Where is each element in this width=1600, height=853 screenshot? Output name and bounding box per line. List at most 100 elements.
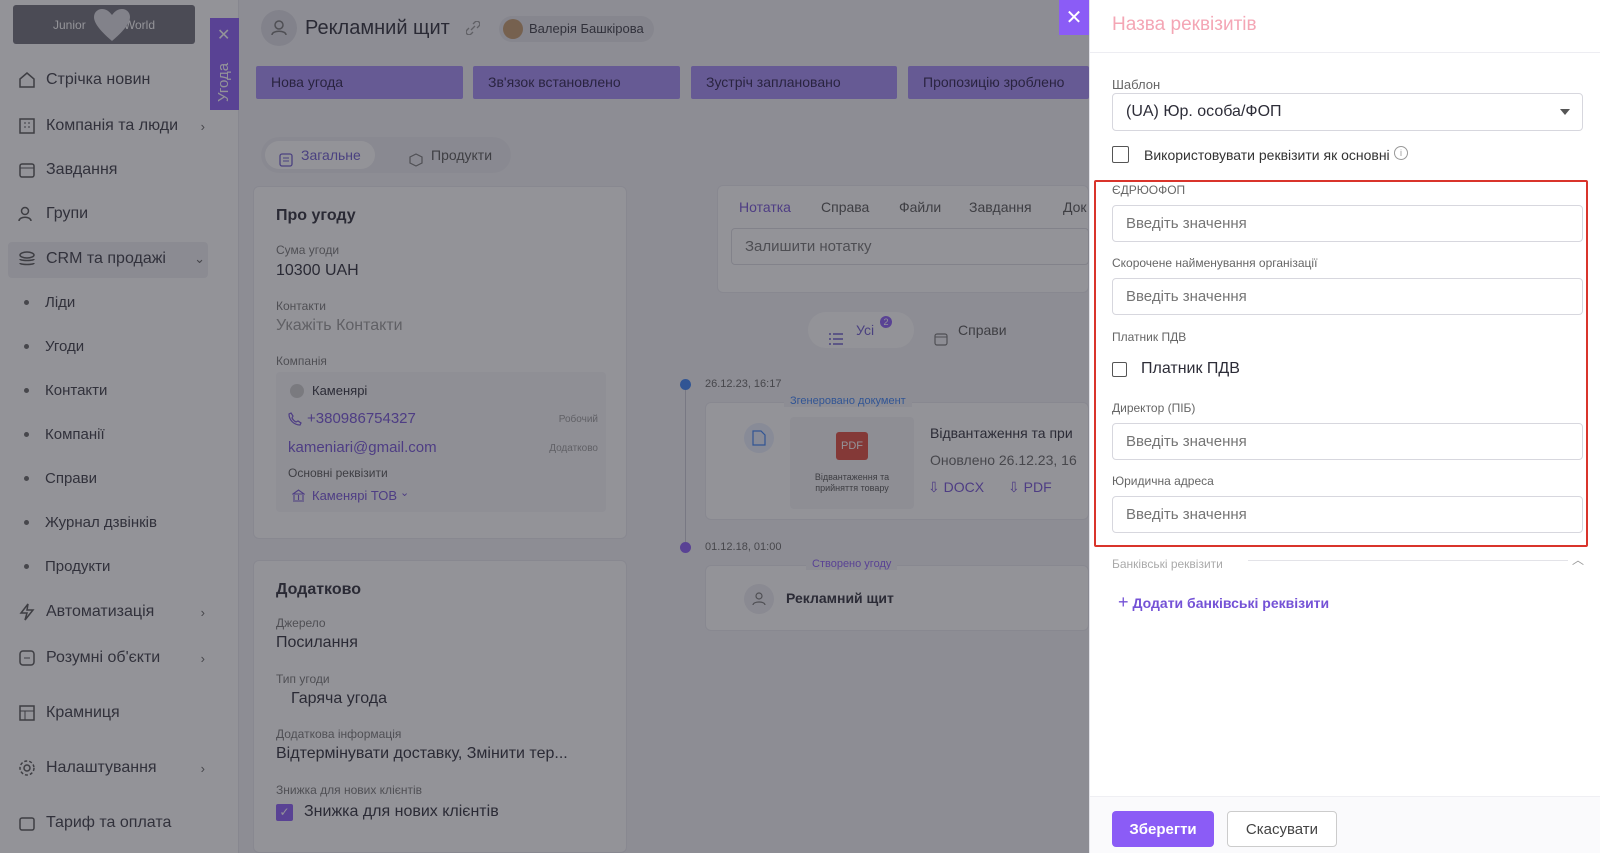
feed-tab-all[interactable]: Усі 2 — [808, 312, 914, 348]
sidebar-subitem-leads[interactable]: Ліди — [24, 294, 75, 311]
stage-new[interactable]: Нова угода — [256, 66, 463, 99]
sidebar-item-label: Налаштування — [46, 759, 157, 776]
address-label: Юридична адреса — [1112, 474, 1214, 488]
stage-meeting[interactable]: Зустріч заплановано — [691, 66, 897, 99]
bank-section-label: Банківські реквізити — [1112, 557, 1223, 571]
info-icon[interactable]: i — [1394, 146, 1408, 160]
discount-label: Знижка для нових клієнтів — [276, 783, 423, 797]
phone-link[interactable]: +380986754327 — [307, 410, 416, 427]
edrpou-input[interactable] — [1112, 205, 1583, 242]
company-avatar — [290, 384, 304, 398]
sidebar-item-tasks[interactable]: Завдання — [17, 160, 217, 180]
info-label: Додаткова інформація — [276, 727, 402, 741]
sidebar-subitem-companies[interactable]: Компанії — [24, 426, 105, 443]
shop-icon — [17, 703, 37, 723]
sidebar-item-label: Групи — [46, 205, 89, 222]
cancel-button[interactable]: Скасувати — [1227, 811, 1337, 847]
phone-type: Робочий — [558, 414, 598, 425]
requisites-label: Основні реквізити — [288, 466, 388, 480]
tab-general[interactable]: Загальне — [265, 141, 375, 169]
sidebar-subitem-cases[interactable]: Справи — [24, 470, 97, 487]
sidebar-item-billing[interactable]: Тариф та оплата — [17, 813, 217, 833]
sidebar-subitem-deals[interactable]: Угоди — [24, 338, 84, 355]
use-main-label: Використовувати реквізити як основні — [1144, 147, 1390, 163]
download-docx[interactable]: ⇩ DOCX — [928, 479, 984, 496]
tab-note[interactable]: Нотатка — [739, 199, 791, 215]
chevron-up-icon[interactable]: ︿ — [1572, 551, 1584, 568]
pdf-preview[interactable]: PDF Відвантаження та прийняття товару — [790, 417, 914, 509]
deal-vertical-tab[interactable]: ✕ Угода — [210, 18, 239, 110]
sidebar-item-crm[interactable]: CRM та продажі ⌄ — [17, 249, 217, 269]
count-badge: 2 — [880, 316, 892, 328]
chevron-right-icon: › — [200, 650, 205, 666]
owner-chip[interactable]: Валерія Башкірова — [499, 16, 654, 42]
tab-files[interactable]: Файли — [899, 199, 941, 215]
sum-value[interactable]: 10300 UAH — [276, 262, 359, 280]
source-value[interactable]: Посилання — [276, 634, 358, 652]
save-button[interactable]: Зберегти — [1112, 811, 1214, 847]
building-icon — [17, 116, 37, 136]
heart-globe-icon — [91, 5, 133, 44]
short-name-input[interactable] — [1112, 278, 1583, 315]
calendar-icon — [934, 323, 948, 359]
sidebar-item-settings[interactable]: Налаштування › — [17, 758, 217, 778]
sidebar-subitem-products[interactable]: Продукти — [24, 558, 110, 575]
sidebar-item-shop[interactable]: Крамниця — [17, 703, 217, 723]
tab-tasks[interactable]: Завдання — [969, 199, 1032, 215]
stack-icon — [17, 249, 37, 269]
vat-checkbox[interactable] — [1112, 362, 1127, 377]
stage-contacted[interactable]: Зв'язок встановлено — [473, 66, 680, 99]
panel-title[interactable]: Назва реквізитів — [1112, 14, 1257, 36]
app-logo[interactable]: Junior World — [13, 5, 195, 44]
sidebar-item-automation[interactable]: Автоматизація › — [17, 602, 217, 622]
requisites-value[interactable]: Каменярі ТОВ — [312, 488, 397, 503]
deal-type-value[interactable]: Гаряча угода — [291, 690, 387, 708]
doc-caption: Відвантаження та прийняття товару — [814, 472, 890, 493]
template-select[interactable]: (UA) Юр. особа/ФОП — [1112, 93, 1583, 131]
link-icon[interactable] — [465, 20, 481, 40]
chevron-right-icon: › — [200, 118, 205, 134]
entry-time: 01.12.18, 01:00 — [705, 541, 782, 553]
wallet-icon — [17, 813, 37, 833]
avatar — [503, 19, 523, 39]
close-panel-button[interactable]: ✕ — [1059, 0, 1089, 35]
note-input[interactable] — [731, 228, 1089, 265]
sidebar-subitem-calls[interactable]: Журнал дзвінків — [24, 514, 157, 531]
sidebar-item-label: CRM та продажі — [46, 250, 166, 267]
sidebar-item-news[interactable]: Стрічка новин — [17, 70, 217, 90]
tab-case[interactable]: Справа — [821, 199, 869, 215]
tab-docs[interactable]: Док — [1063, 199, 1087, 215]
feed-tab-cases[interactable]: Справи — [934, 312, 1044, 348]
contacts-placeholder[interactable]: Укажіть Контакти — [276, 317, 403, 335]
director-input[interactable] — [1112, 423, 1583, 460]
tab-products[interactable]: Продукти — [406, 141, 492, 169]
sidebar-item-label: Крамниця — [46, 704, 120, 721]
download-pdf[interactable]: ⇩ PDF — [1008, 479, 1052, 496]
list-icon — [279, 148, 293, 176]
entry-updated: Оновлено 26.12.23, 16 — [930, 452, 1077, 468]
about-title: Про угоду — [276, 207, 356, 224]
logo-text-left: Junior — [53, 17, 86, 32]
sidebar-item-smart-objects[interactable]: Розумні об'єкти › — [17, 648, 217, 668]
sidebar-item-company[interactable]: Компанія та люди › — [17, 116, 217, 136]
company-name[interactable]: Каменярі — [312, 383, 367, 398]
sidebar-item-label: Тариф та оплата — [46, 814, 172, 831]
sidebar-item-groups[interactable]: Групи — [17, 204, 217, 224]
discount-checkbox[interactable]: ✓ — [276, 804, 293, 821]
use-main-checkbox[interactable] — [1112, 146, 1129, 163]
info-value[interactable]: Відтермінувати доставку, Змінити тер... — [276, 745, 568, 763]
address-input[interactable] — [1112, 496, 1583, 533]
company-label: Компанія — [276, 354, 327, 368]
add-bank-button[interactable]: + Додати банківські реквізити — [1118, 592, 1329, 613]
short-name-label: Скорочене найменування організації — [1112, 256, 1318, 270]
timeline-dot — [680, 379, 691, 390]
vertical-tab-label: Угода — [215, 62, 232, 102]
chevron-down-icon[interactable]: ⌄ — [400, 486, 409, 499]
requisites-panel: Назва реквізитів Шаблон (UA) Юр. особа/Ф… — [1089, 0, 1600, 853]
calendar-icon — [17, 160, 37, 180]
close-icon[interactable]: ✕ — [217, 28, 230, 44]
email-link[interactable]: kameniari@gmail.com — [288, 439, 437, 456]
about-card: Про угоду Сума угоди 10300 UAH Контакти … — [253, 186, 627, 539]
stage-proposal[interactable]: Пропозицію зроблено — [908, 66, 1089, 99]
sidebar-subitem-contacts[interactable]: Контакти — [24, 382, 107, 399]
